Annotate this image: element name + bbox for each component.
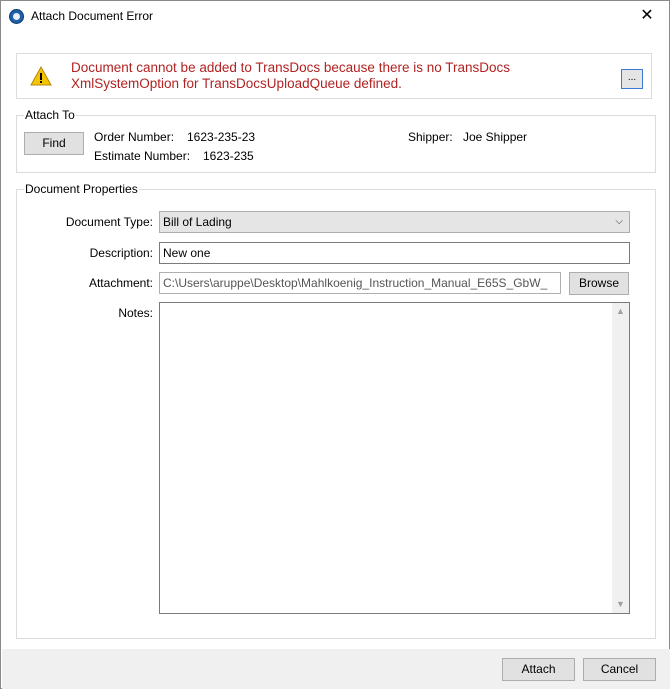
shipper-label: Shipper: bbox=[408, 130, 453, 144]
chevron-down-icon: ⌵ bbox=[615, 216, 623, 227]
notes-label: Notes: bbox=[118, 306, 153, 320]
document-properties-legend: Document Properties bbox=[24, 182, 139, 196]
title-bar[interactable]: Attach Document Error ✕ bbox=[1, 1, 669, 32]
error-details-button[interactable]: ... bbox=[621, 69, 643, 89]
attachment-path-field[interactable]: C:\Users\aruppe\Desktop\Mahlkoenig_Instr… bbox=[159, 272, 561, 294]
notes-scrollbar[interactable]: ▲ ▼ bbox=[612, 303, 629, 613]
attach-to-legend: Attach To bbox=[24, 108, 76, 122]
estimate-number-label: Estimate Number: bbox=[94, 149, 191, 163]
close-button[interactable]: ✕ bbox=[625, 1, 669, 31]
attach-document-error-dialog: Attach Document Error ✕ Document cannot … bbox=[0, 0, 670, 689]
error-panel: Document cannot be added to TransDocs be… bbox=[16, 53, 652, 99]
error-message: Document cannot be added to TransDocs be… bbox=[71, 60, 511, 91]
document-type-value: Bill of Lading bbox=[163, 215, 232, 229]
window-title: Attach Document Error bbox=[31, 9, 154, 23]
app-logo-icon bbox=[9, 9, 24, 24]
document-type-label: Document Type: bbox=[65, 215, 153, 229]
find-button[interactable]: Find bbox=[24, 132, 84, 155]
scroll-down-icon[interactable]: ▼ bbox=[612, 596, 629, 613]
scroll-up-icon[interactable]: ▲ bbox=[612, 303, 629, 320]
document-type-dropdown[interactable]: Bill of Lading ⌵ bbox=[159, 211, 630, 233]
attach-button[interactable]: Attach bbox=[502, 658, 575, 681]
estimate-number-value: 1623-235 bbox=[203, 149, 254, 163]
order-number-value: 1623-235-23 bbox=[187, 130, 256, 144]
attach-to-group bbox=[16, 115, 656, 173]
warning-icon bbox=[30, 66, 52, 86]
cancel-button[interactable]: Cancel bbox=[583, 658, 656, 681]
attachment-label: Attachment: bbox=[88, 276, 153, 290]
order-number-label: Order Number: bbox=[94, 130, 175, 144]
notes-textarea[interactable]: ▲ ▼ bbox=[159, 302, 630, 614]
shipper-value: Joe Shipper bbox=[463, 130, 528, 144]
dialog-footer: Attach Cancel bbox=[2, 649, 670, 689]
description-input[interactable]: New one bbox=[159, 242, 630, 264]
description-label: Description: bbox=[89, 246, 153, 260]
close-icon: ✕ bbox=[640, 7, 654, 24]
browse-button[interactable]: Browse bbox=[569, 272, 629, 295]
